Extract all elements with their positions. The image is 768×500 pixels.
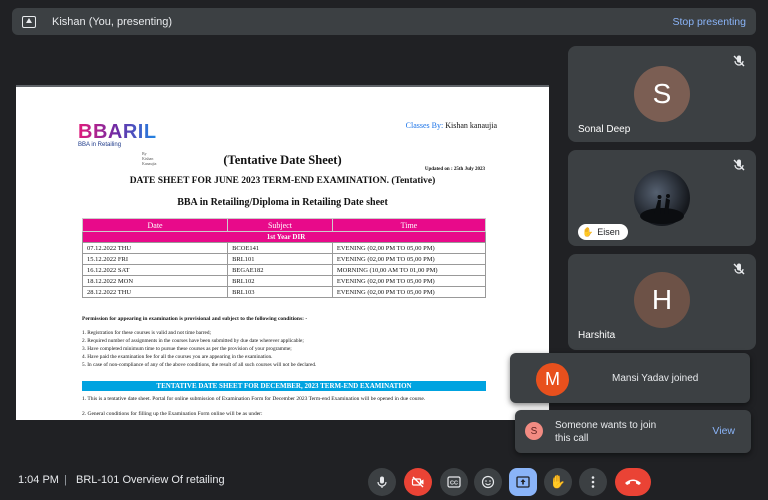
cell-date: 28.12.2022 THU (81, 286, 229, 298)
end-call-button[interactable] (615, 468, 651, 496)
participant-tile-sonal[interactable]: S Sonal Deep (568, 46, 756, 142)
emoji-icon (481, 475, 495, 489)
joined-message: Mansi Yadav joined (612, 373, 699, 384)
col-date: Date (81, 218, 229, 232)
permission-text: Permission for appearing in examination … (82, 316, 308, 322)
participant-tile-harshita[interactable]: H Harshita (568, 254, 756, 350)
avatar: S (634, 66, 690, 122)
cell-subject: BRL102 (227, 275, 333, 287)
table-row: 07.12.2022 THU BCOE141 EVENING (02,00 PM… (81, 242, 487, 254)
doc-heading: (Tentative Date Sheet) (223, 153, 342, 167)
date-sheet-table: Date Subject Time 1st Year DIR 07.12.202… (81, 218, 487, 298)
name-pill: ✋ Eisen (578, 224, 628, 240)
logo: BBARIL BBA in Retailing By Kishan Kanauj… (78, 121, 157, 166)
note-2: 2. General conditions for filling up the… (82, 411, 263, 417)
raised-hand-icon: ✋ (582, 226, 594, 237)
reactions-button[interactable] (474, 468, 502, 496)
separator: | (64, 474, 67, 486)
mic-off-icon (733, 55, 745, 67)
condition-item: 1. Registration for these courses is val… (82, 330, 212, 336)
view-request-button[interactable]: View (712, 425, 735, 437)
condition-item: 2. Required number of assignments in the… (82, 338, 304, 344)
avatar: M (536, 363, 569, 396)
mic-icon (377, 476, 387, 488)
present-button[interactable] (509, 468, 537, 496)
shared-screen: BBARIL BBA in Retailing By Kishan Kanauj… (16, 85, 549, 420)
updated-date: Updated on : 25th July 2023 (424, 167, 485, 172)
join-request-toast: S Someone wants to join this call View (515, 410, 751, 453)
hand-icon: ✋ (549, 474, 567, 489)
classes-by-name: Kishan kanaujia (445, 121, 497, 130)
present-to-all-icon (516, 476, 530, 488)
cell-time: EVENING (02,00 PM TO 05,00 PM) (331, 242, 487, 254)
microphone-button[interactable] (368, 468, 396, 496)
condition-item: 4. Have paid the examination fee for all… (82, 354, 273, 360)
mic-off-icon (733, 159, 745, 171)
table-row: 16.12.2022 SAT BEGAE182 MORNING (10,00 A… (81, 264, 487, 276)
mic-off-icon (733, 263, 745, 275)
cell-date: 07.12.2022 THU (81, 242, 229, 254)
classes-by-label: Classes By: (405, 121, 444, 130)
cell-time: EVENING (02,00 PM TO 05,00 PM) (331, 286, 487, 298)
cell-date: 18.12.2022 MON (81, 275, 229, 287)
table-row: 15.12.2022 FRI BRL101 EVENING (02,00 PM … (81, 253, 487, 265)
date-sheet-document: BBARIL BBA in Retailing By Kishan Kanauj… (16, 87, 549, 420)
avatar: H (634, 272, 690, 328)
note-1: 1. This is a tentative date sheet. Porta… (82, 396, 426, 402)
presenting-bar: Kishan (You, presenting) Stop presenting (12, 8, 756, 35)
col-time: Time (331, 218, 487, 232)
cell-date: 15.12.2022 FRI (81, 253, 229, 265)
captions-button[interactable]: CC (440, 468, 468, 496)
bottom-bar: 1:04 PM | BRL-101 Overview Of retailing … (0, 463, 768, 500)
svg-text:CC: CC (450, 481, 458, 487)
avatar: S (525, 422, 543, 440)
participant-joined-toast: M Mansi Yadav joined (510, 353, 750, 403)
cell-subject: BEGAE182 (227, 264, 333, 276)
conditions-list: 1. Registration for these courses is val… (82, 329, 316, 369)
participant-tile-eisen[interactable]: ✋ Eisen (568, 150, 756, 246)
participant-name: Eisen (597, 227, 620, 237)
cell-date: 16.12.2022 SAT (81, 264, 229, 276)
doc-subheading: DATE SHEET FOR JUNE 2023 TERM-END EXAMIN… (129, 176, 436, 186)
participant-name: Harshita (578, 330, 616, 341)
classes-by: Classes By: Kishan kanaujia (406, 121, 497, 130)
clock: 1:04 PM (18, 474, 59, 486)
table-row: 18.12.2022 MON BRL102 EVENING (02,00 PM … (81, 275, 487, 287)
cell-time: EVENING (02,00 PM TO 05,00 PM) (331, 275, 487, 287)
meeting-title: BRL-101 Overview Of retailing (76, 474, 225, 486)
condition-item: 3. Have completed minimum time to pursue… (82, 346, 292, 352)
silhouette-image (640, 194, 684, 224)
presenter-label: Kishan (You, presenting) (52, 15, 173, 28)
december-band: TENTATIVE DATE SHEET FOR DECEMBER, 2023 … (82, 381, 486, 391)
table-row: 28.12.2022 THU BRL103 EVENING (02,00 PM … (81, 286, 487, 298)
cell-time: MORNING (10,00 AM TO 01,00 PM) (331, 264, 487, 276)
cell-time: EVENING (02,00 PM TO 05,00 PM) (331, 253, 487, 265)
stop-presenting-button[interactable]: Stop presenting (672, 16, 746, 28)
raise-hand-button[interactable]: ✋ (544, 468, 572, 496)
participant-name: Sonal Deep (578, 124, 631, 135)
table-group: 1st Year DIR (82, 231, 486, 243)
cell-subject: BRL103 (227, 286, 333, 298)
more-vert-icon (591, 476, 595, 488)
hang-up-icon (625, 479, 641, 485)
camera-button[interactable] (404, 468, 432, 496)
cell-subject: BRL101 (227, 253, 333, 265)
program-title: BBA in Retailing/Diploma in Retailing Da… (177, 197, 388, 208)
camera-off-icon (411, 476, 424, 488)
present-to-all-icon (22, 15, 36, 28)
logo-text: BBARIL (78, 121, 157, 143)
more-options-button[interactable] (579, 468, 607, 496)
condition-item: 5. In case of non-compliance of any of t… (82, 362, 317, 368)
col-subject: Subject (227, 218, 333, 232)
join-request-message: Someone wants to join this call (555, 420, 657, 444)
avatar-photo (634, 170, 690, 226)
cell-subject: BCOE141 (227, 242, 333, 254)
captions-icon: CC (447, 476, 461, 488)
